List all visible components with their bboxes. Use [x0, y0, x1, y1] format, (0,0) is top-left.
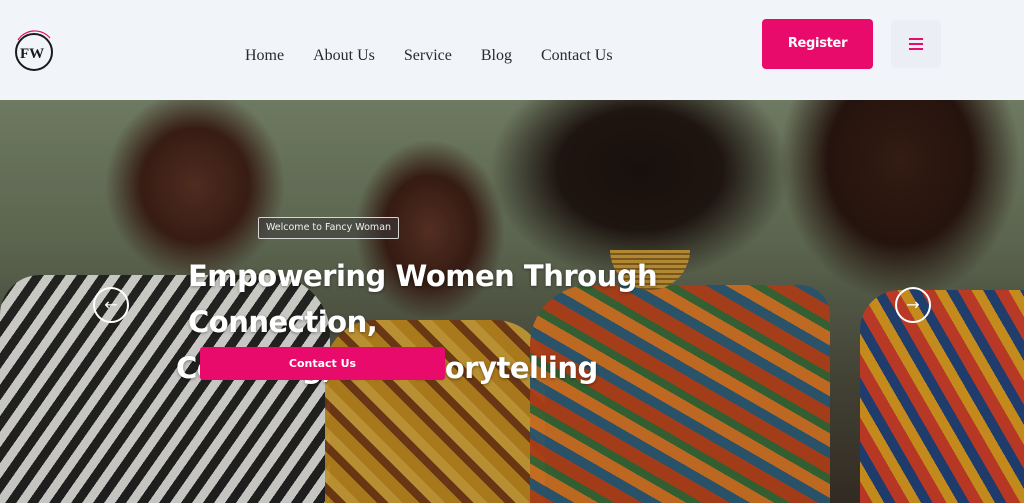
nav-about-us[interactable]: About Us	[313, 44, 375, 68]
register-button[interactable]: Register	[762, 19, 873, 69]
nav-home[interactable]: Home	[245, 44, 284, 68]
hero-headline-line1: Empowering Women Through Connection,	[188, 259, 658, 339]
hero-badge: Welcome to Fancy Woman	[258, 217, 399, 239]
nav-contact-us[interactable]: Contact Us	[541, 44, 613, 68]
site-header: FW Home About Us Service Blog Contact Us…	[0, 0, 1024, 100]
hero-contact-button[interactable]: Contact Us	[200, 347, 445, 380]
hamburger-icon-line	[909, 48, 923, 50]
menu-button[interactable]	[891, 20, 941, 68]
hamburger-icon	[909, 38, 923, 40]
fancy-woman-logo[interactable]: FW	[6, 24, 58, 76]
arrow-left-icon[interactable]: ←	[93, 287, 129, 323]
hamburger-icon-line	[909, 43, 923, 45]
hero-banner: Welcome to Fancy Woman Empowering Women …	[0, 100, 1024, 503]
nav-blog[interactable]: Blog	[481, 44, 512, 68]
nav-service[interactable]: Service	[404, 44, 452, 68]
main-nav: Home About Us Service Blog Contact Us	[245, 44, 642, 68]
arrow-right-icon[interactable]: →	[895, 287, 931, 323]
svg-text:FW: FW	[20, 46, 44, 62]
